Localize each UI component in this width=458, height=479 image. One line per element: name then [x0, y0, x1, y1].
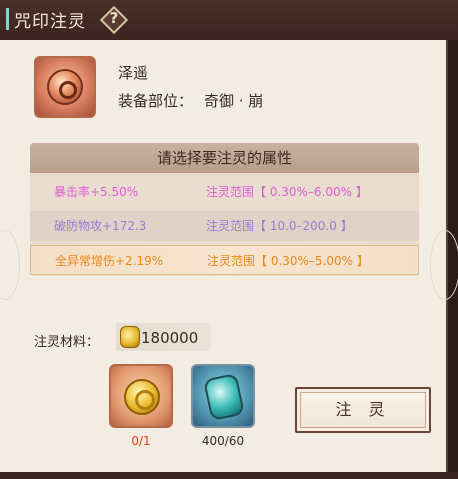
attribute-list: 请选择要注灵的属性 暴击率+5.50% 注灵范围【 0.30%–6.00% 】 … [30, 143, 419, 276]
charm-medallion-icon[interactable] [34, 56, 96, 118]
right-ornament [430, 230, 458, 300]
item-slot-label: 装备部位： [118, 92, 194, 110]
attribute-name: 暴击率+5.50% [54, 185, 139, 199]
item-name: 泽遥 [118, 64, 149, 82]
attribute-row-armor-break[interactable]: 破防物攻+172.3 注灵范围【 10.0–200.0 】 [30, 211, 419, 241]
item-slot-value: 奇御 · 崩 [204, 92, 264, 110]
gold-coin-icon [124, 379, 160, 415]
material-amount: 180000 [141, 329, 199, 347]
page-title: 咒印注灵 [14, 12, 86, 32]
title-accent [6, 8, 9, 30]
slot-count: 0/1 [131, 434, 151, 448]
material-label: 注灵材料： [34, 335, 100, 350]
question-mark-icon: ? [109, 9, 119, 27]
attribute-row-crit-rate[interactable]: 暴击率+5.50% 注灵范围【 0.30%–6.00% 】 [30, 177, 419, 207]
medallion-emblem [47, 69, 83, 105]
bottom-border [0, 472, 458, 479]
slot-count: 400/60 [201, 434, 245, 448]
title-bar: 咒印注灵 ? [0, 0, 458, 40]
help-button[interactable]: ? [99, 5, 129, 35]
attribute-name: 破防物攻+172.3 [54, 219, 147, 233]
material-slot-gold-coin[interactable] [109, 364, 173, 428]
attribute-range: 注灵范围【 0.30%–6.00% 】 [206, 185, 368, 199]
jade-gem-icon [203, 372, 245, 422]
inject-button[interactable]: 注 灵 [295, 387, 431, 433]
material-slot-jade-gem[interactable] [191, 364, 255, 428]
attribute-name: 全异常增伤+2.19% [55, 254, 164, 268]
attribute-range: 注灵范围【 10.0–200.0 】 [206, 219, 353, 233]
gold-ingot-icon [120, 326, 140, 348]
attribute-row-status-damage[interactable]: 全异常增伤+2.19% 注灵范围【 0.30%–5.00% 】 [30, 245, 419, 275]
attribute-range: 注灵范围【 0.30%–5.00% 】 [207, 254, 369, 268]
attribute-heading: 请选择要注灵的属性 [30, 143, 419, 173]
